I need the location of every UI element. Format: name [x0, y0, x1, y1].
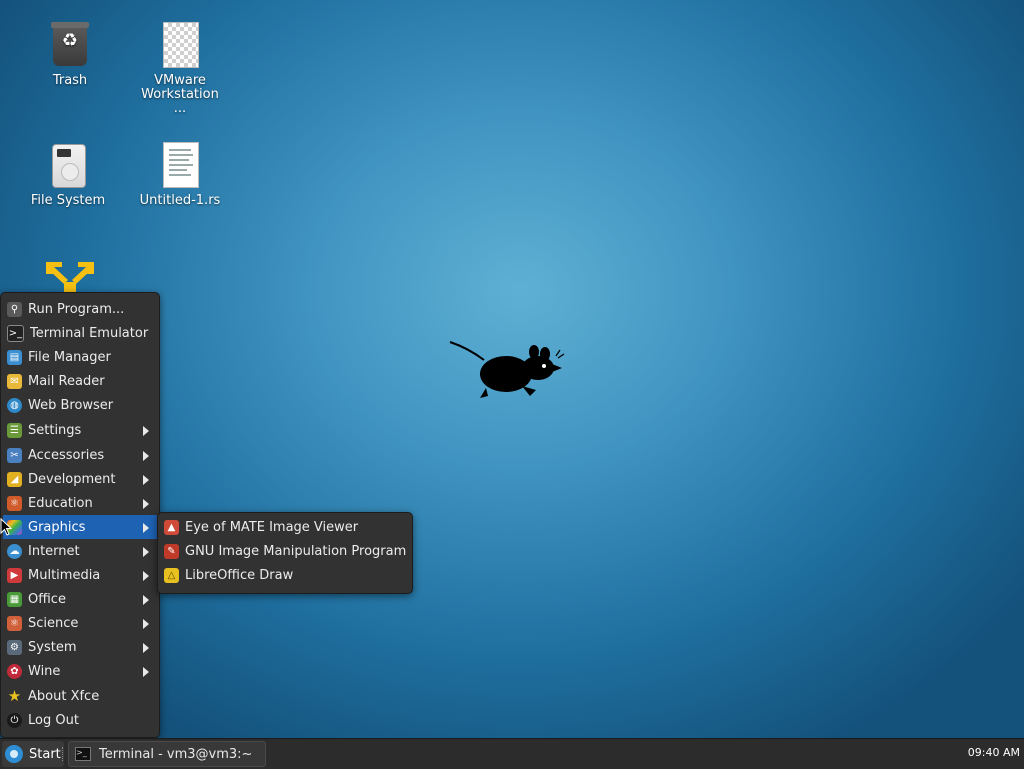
menu-item-office[interactable]: ▦ Office [3, 587, 157, 611]
document-icon [160, 142, 200, 190]
menu-item-settings[interactable]: ☰ Settings [3, 418, 157, 442]
gimp-icon: ✎ [164, 543, 179, 559]
wine-icon: ✿ [7, 663, 22, 679]
clock[interactable]: 09:40 AM [968, 746, 1020, 759]
science-icon: ⚛ [7, 615, 22, 631]
menu-item-system[interactable]: ⚙ System [3, 635, 157, 659]
menu-item-label: Education [28, 495, 93, 511]
trash-icon: ♻ [50, 22, 90, 70]
menu-item-label: System [28, 639, 77, 655]
menu-item-label: Graphics [28, 519, 86, 535]
submenu-arrow-icon [143, 523, 149, 533]
xfce-mouse-logo [448, 338, 568, 402]
graphics-submenu: ▲ Eye of MATE Image Viewer ✎ GNU Image M… [157, 512, 413, 594]
internet-icon: ☁ [7, 543, 22, 559]
menu-item-terminal-emulator[interactable]: >_ Terminal Emulator [3, 321, 157, 345]
desktop-icon-label: VMware Workstation ... [141, 73, 219, 116]
office-icon: ▦ [7, 591, 22, 607]
menu-item-label: Accessories [28, 447, 105, 463]
submenu-arrow-icon [143, 619, 149, 629]
menu-item-label: Multimedia [28, 567, 101, 583]
menu-item-mail-reader[interactable]: ✉ Mail Reader [3, 369, 157, 393]
submenu-arrow-icon [143, 499, 149, 509]
terminal-icon: >_ [75, 747, 91, 761]
menu-item-run-program[interactable]: ⚲ Run Program... [3, 297, 157, 321]
submenu-arrow-icon [143, 426, 149, 436]
menu-item-internet[interactable]: ☁ Internet [3, 539, 157, 563]
menu-item-label: Web Browser [28, 397, 114, 413]
mail-icon: ✉ [7, 373, 22, 389]
menu-item-label: Internet [28, 543, 80, 559]
menu-item-gimp[interactable]: ✎ GNU Image Manipulation Program [160, 539, 410, 563]
menu-item-multimedia[interactable]: ▶ Multimedia [3, 563, 157, 587]
drive-icon [48, 142, 88, 190]
menu-item-label: LibreOffice Draw [185, 567, 294, 583]
menu-item-accessories[interactable]: ✂ Accessories [3, 443, 157, 467]
applications-menu: ⚲ Run Program... >_ Terminal Emulator ▤ … [0, 292, 160, 738]
desktop-icon-filesystem[interactable]: File System [18, 142, 118, 208]
menu-item-file-manager[interactable]: ▤ File Manager [3, 345, 157, 369]
menu-item-label: Log Out [28, 712, 79, 728]
menu-item-label: Office [28, 591, 66, 607]
submenu-arrow-icon [143, 475, 149, 485]
start-label: Start [29, 746, 61, 762]
shared-folder-icon[interactable] [44, 260, 96, 294]
menu-item-eye-of-mate[interactable]: ▲ Eye of MATE Image Viewer [160, 515, 410, 539]
submenu-arrow-icon [143, 451, 149, 461]
menu-item-science[interactable]: ⚛ Science [3, 611, 157, 635]
taskbar-separator [62, 747, 65, 761]
multimedia-icon: ▶ [7, 567, 22, 583]
star-icon: ★ [7, 687, 22, 705]
menu-item-log-out[interactable]: ⏻ Log Out [3, 708, 157, 732]
education-icon: ⚛ [7, 495, 22, 511]
submenu-arrow-icon [143, 595, 149, 605]
menu-item-label: GNU Image Manipulation Program [185, 543, 407, 559]
submenu-arrow-icon [143, 643, 149, 653]
menu-item-label: Run Program... [28, 301, 125, 317]
menu-item-label: Terminal Emulator [30, 325, 149, 341]
menu-item-label: Eye of MATE Image Viewer [185, 519, 359, 535]
desktop-icon-label: File System [30, 193, 106, 208]
start-button[interactable]: Start [2, 741, 64, 767]
taskbar-window-button-terminal[interactable]: >_ Terminal - vm3@vm3:~ [68, 741, 266, 767]
taskbar-window-label: Terminal - vm3@vm3:~ [99, 746, 253, 762]
menu-item-graphics[interactable]: Graphics [3, 515, 157, 539]
mouse-cursor-icon [0, 518, 12, 536]
submenu-arrow-icon [143, 571, 149, 581]
desktop-icon-trash[interactable]: ♻ Trash [20, 22, 120, 88]
menu-item-education[interactable]: ⚛ Education [3, 491, 157, 515]
menu-item-label: Science [28, 615, 79, 631]
menu-item-label: File Manager [28, 349, 111, 365]
submenu-arrow-icon [143, 667, 149, 677]
settings-icon: ☰ [7, 422, 22, 438]
logout-icon: ⏻ [7, 712, 22, 728]
menu-item-label: Wine [28, 663, 61, 679]
desktop-icon-label: Trash [52, 73, 88, 88]
run-icon: ⚲ [7, 301, 22, 317]
terminal-icon: >_ [7, 324, 24, 342]
globe-icon: ◍ [7, 397, 22, 413]
file-icon [160, 22, 200, 70]
desktop-icon-vmware[interactable]: VMware Workstation ... [130, 22, 230, 116]
system-icon: ⚙ [7, 639, 22, 655]
image-viewer-icon: ▲ [164, 519, 179, 535]
menu-item-wine[interactable]: ✿ Wine [3, 659, 157, 683]
menu-item-label: Mail Reader [28, 373, 105, 389]
menu-item-development[interactable]: ◢ Development [3, 467, 157, 491]
submenu-arrow-icon [143, 547, 149, 557]
menu-item-label: Settings [28, 422, 82, 438]
xfce-start-icon [5, 745, 23, 763]
taskbar: Start >_ Terminal - vm3@vm3:~ 09:40 AM [0, 738, 1024, 769]
menu-item-label: Development [28, 471, 116, 487]
desktop-icon-untitled[interactable]: Untitled-1.rs [130, 142, 230, 208]
development-icon: ◢ [7, 471, 22, 487]
file-manager-icon: ▤ [7, 349, 22, 365]
menu-item-about-xfce[interactable]: ★ About Xfce [3, 684, 157, 708]
menu-item-libreoffice-draw[interactable]: △ LibreOffice Draw [160, 563, 410, 587]
menu-item-web-browser[interactable]: ◍ Web Browser [3, 393, 157, 417]
desktop-icon-label: Untitled-1.rs [139, 193, 221, 208]
menu-item-label: About Xfce [28, 688, 100, 704]
libreoffice-draw-icon: △ [164, 567, 179, 583]
accessories-icon: ✂ [7, 447, 22, 463]
